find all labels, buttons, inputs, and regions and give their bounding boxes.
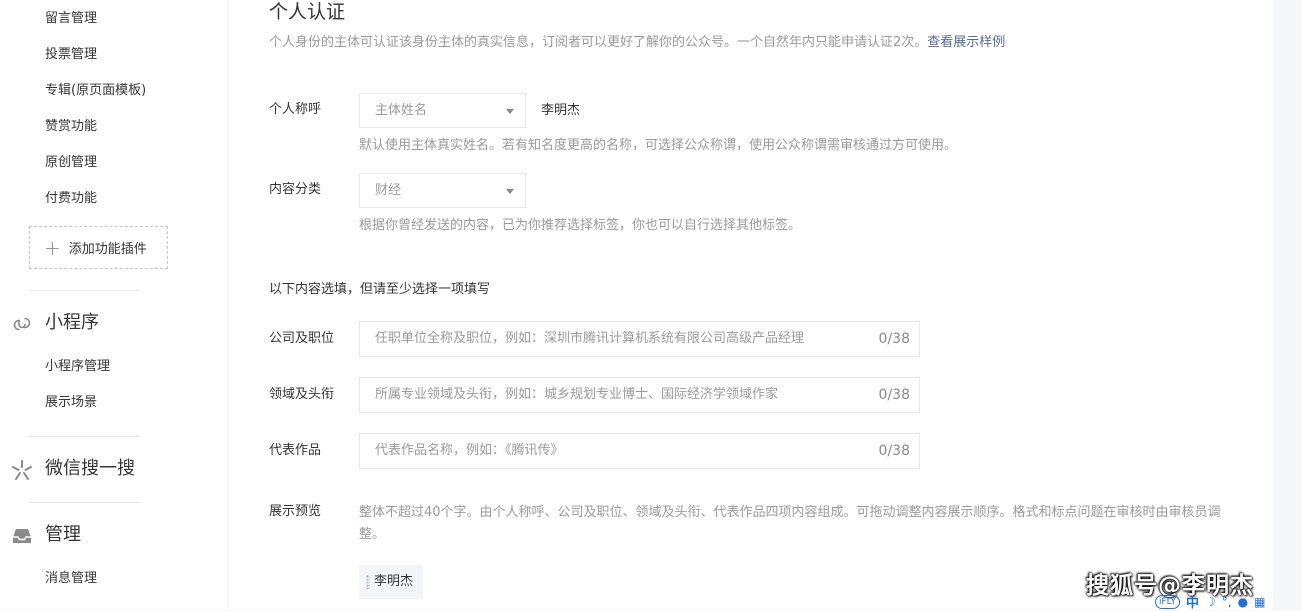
category-select[interactable]: 财经 (359, 173, 526, 208)
nickname-hint: 默认使用主体真实姓名。若有知名度更高的名称，可选择公众称谓，使用公众称谓需审核通… (359, 138, 958, 153)
view-example-link[interactable]: 查看展示样例 (927, 35, 1005, 50)
nickname-select[interactable]: 主体姓名 (359, 93, 526, 128)
page-description: 个人身份的主体可认证该身份主体的真实信息，订阅者可以更好了解你的公众号。一个自然… (269, 34, 1005, 52)
field-title-input[interactable]: 所属专业领域及头衔，例如：城乡规划专业博士、国际经济学领域作家 0/38 (359, 377, 920, 413)
nickname-label: 个人称呼 (269, 102, 322, 117)
section-title-search[interactable]: 微信搜一搜 (45, 458, 135, 480)
page-title: 个人认证 (269, 1, 346, 23)
nickname-value: 李明杰 (541, 103, 581, 118)
field-title-counter: 0/38 (878, 387, 910, 403)
optional-heading: 以下内容选填，但请至少选择一项填写 (269, 282, 491, 297)
sidebar-item-comments[interactable]: 留言管理 (45, 10, 97, 28)
divider (29, 436, 140, 437)
ime-mode[interactable]: 中 (1186, 592, 1199, 611)
sidebar-item-paid[interactable]: 付费功能 (45, 190, 97, 208)
field-title-label: 领域及头衔 (269, 387, 335, 402)
sparkle-icon (12, 460, 32, 480)
category-label: 内容分类 (269, 182, 322, 197)
divider (29, 502, 140, 503)
works-input[interactable]: 代表作品名称，例如：《腾讯传》 0/38 (359, 433, 920, 469)
chevron-down-icon (506, 109, 514, 114)
microphone-icon[interactable]: ● (1238, 595, 1248, 609)
ifly-logo: iFLY (1155, 594, 1180, 609)
works-label: 代表作品 (269, 443, 322, 458)
section-title-manage[interactable]: 管理 (45, 524, 81, 546)
company-label: 公司及职位 (269, 331, 335, 346)
inbox-icon (13, 529, 31, 543)
category-hint: 根据你曾经发送的内容，已为你推荐选择标签，你也可以自行选择其他标签。 (359, 218, 802, 233)
sidebar-item-original[interactable]: 原创管理 (45, 154, 97, 172)
works-counter: 0/38 (878, 443, 910, 459)
add-plugin-label: 添加功能插件 (68, 242, 147, 257)
main-panel: 个人认证 个人身份的主体可认证该身份主体的真实信息，订阅者可以更好了解你的公众号… (229, 0, 1273, 610)
punctuation-icon[interactable]: °, (1222, 595, 1232, 609)
add-plugin-button[interactable]: + 添加功能插件 (29, 226, 168, 269)
preview-label: 展示预览 (269, 504, 322, 519)
preview-chip-label: 李明杰 (374, 574, 414, 589)
company-input[interactable]: 任职单位全称及职位，例如：深圳市腾讯计算机系统有限公司高级产品经理 0/38 (359, 321, 920, 357)
section-title-miniprogram[interactable]: 小程序 (45, 312, 99, 334)
page-description-text: 个人身份的主体可认证该身份主体的真实信息，订阅者可以更好了解你的公众号。一个自然… (269, 35, 928, 50)
chevron-down-icon (506, 189, 514, 194)
nickname-select-value: 主体姓名 (375, 103, 428, 118)
category-select-value: 财经 (375, 183, 402, 198)
link-icon (13, 317, 31, 331)
company-placeholder: 任职单位全称及职位，例如：深圳市腾讯计算机系统有限公司高级产品经理 (375, 331, 805, 346)
sidebar: 留言管理 投票管理 专辑(原页面模板) 赞赏功能 原创管理 付费功能 + 添加功… (0, 0, 228, 610)
divider (29, 290, 140, 291)
works-placeholder: 代表作品名称，例如：《腾讯传》 (375, 443, 564, 458)
company-counter: 0/38 (878, 331, 910, 347)
drag-handle-icon[interactable] (366, 575, 370, 589)
sidebar-item-display-scene[interactable]: 展示场景 (45, 394, 97, 412)
sidebar-item-miniprogram-manage[interactable]: 小程序管理 (45, 358, 110, 376)
sidebar-item-messages[interactable]: 消息管理 (45, 570, 97, 588)
sidebar-item-albums[interactable]: 专辑(原页面模板) (45, 82, 146, 100)
preview-chip[interactable]: 李明杰 (359, 565, 423, 599)
preview-description: 整体不超过40个字。由个人称呼、公司及职位、领域及头衔、代表作品四项内容组成。可… (359, 505, 1221, 542)
plus-icon: + (44, 235, 61, 260)
sidebar-item-rewards[interactable]: 赞赏功能 (45, 118, 97, 136)
grid-icon[interactable]: ▦ (1254, 595, 1265, 609)
sidebar-item-votes[interactable]: 投票管理 (45, 46, 97, 64)
field-title-placeholder: 所属专业领域及头衔，例如：城乡规划专业博士、国际经济学领域作家 (375, 387, 779, 402)
moon-icon[interactable]: ☽ (1205, 595, 1216, 609)
ime-toolbar[interactable]: iFLY 中 ☽ °, ● ▦ (1155, 592, 1265, 611)
